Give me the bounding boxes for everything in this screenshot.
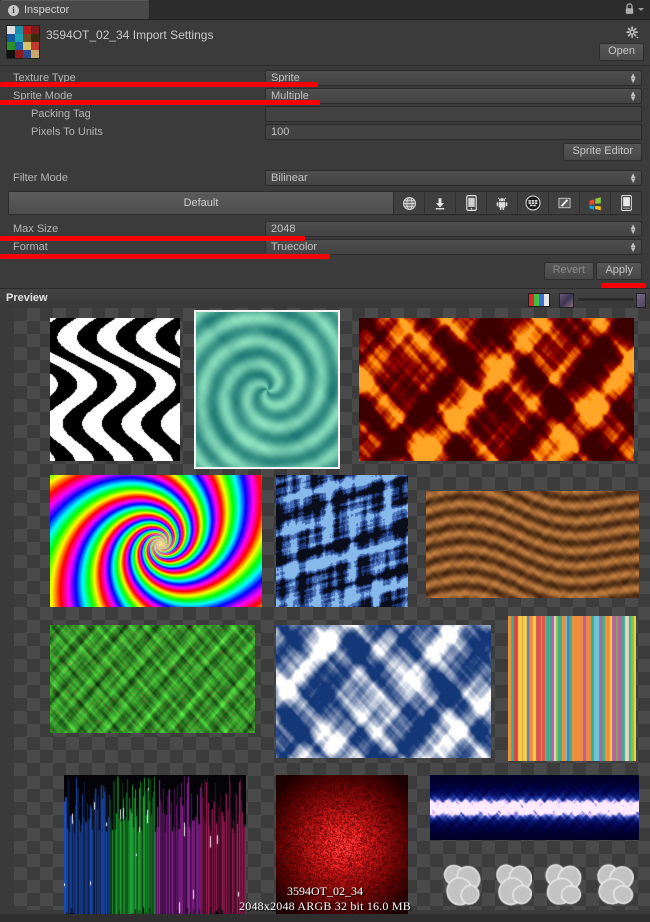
label-max-size: Max Size xyxy=(13,223,59,235)
platform-tizen[interactable] xyxy=(549,192,580,214)
row-actions: Revert Apply xyxy=(0,256,650,282)
pixels-to-units-input[interactable]: 100 xyxy=(265,124,642,140)
sprite-mode-dropdown[interactable]: Multiple ▲ ▼ xyxy=(265,88,642,104)
stepper-arrows-icon: ▲ ▼ xyxy=(629,71,637,85)
packing-tag-input[interactable] xyxy=(265,106,642,122)
platform-ios[interactable] xyxy=(456,192,487,214)
apply-button[interactable]: Apply xyxy=(596,262,642,280)
lock-icon[interactable] xyxy=(624,3,635,15)
iphone-icon xyxy=(465,195,477,211)
annotation-line-sprite-mode xyxy=(0,100,320,105)
platform-tab-default[interactable]: Default xyxy=(9,192,394,214)
zoom-slider[interactable] xyxy=(578,298,634,301)
row-filter-mode: Filter Mode Bilinear ▲ ▼ xyxy=(0,169,650,187)
chevron-down-icon[interactable] xyxy=(638,7,644,11)
sprite-rgb-streaks[interactable] xyxy=(64,775,246,922)
annotation-line-texture-type xyxy=(0,82,318,87)
filter-mode-dropdown[interactable]: Bilinear ▲ ▼ xyxy=(265,170,642,186)
sprite-blue-camo[interactable] xyxy=(276,475,408,607)
label-pixels-to-units: Pixels To Units xyxy=(31,126,103,138)
sprite-editor-button[interactable]: Sprite Editor xyxy=(563,143,642,161)
annotation-line-max-size xyxy=(0,236,305,241)
sprite-green-grass[interactable] xyxy=(50,625,255,733)
format-value: Truecolor xyxy=(271,241,318,253)
transparency-checkerboard xyxy=(14,308,650,922)
stepper-arrows-icon: ▲ ▼ xyxy=(629,240,637,254)
preview-canvas[interactable]: 3594OT_02_34 2048x2048 ARGB 32 bit 16.0 … xyxy=(0,308,650,922)
format-dropdown[interactable]: Truecolor ▲ ▼ xyxy=(265,239,642,255)
blackberry-icon xyxy=(525,195,541,211)
sprite-smoke-puff-4[interactable] xyxy=(594,861,634,909)
inspector-window: i Inspector 3594OT_02_34 Import Settings xyxy=(0,0,650,922)
windows-icon xyxy=(589,196,601,210)
sprite-red-lava[interactable] xyxy=(359,318,634,461)
stepper-arrows-icon: ▲ ▼ xyxy=(629,89,637,103)
sprite-smoke-puff-2[interactable] xyxy=(492,861,532,909)
sprite-wood-grain[interactable] xyxy=(426,491,639,598)
platform-default-globe[interactable] xyxy=(394,192,425,214)
sprite-blue-clouds[interactable] xyxy=(276,625,491,758)
globe-icon xyxy=(402,196,416,210)
annotation-line-apply xyxy=(601,283,646,288)
texture-atlas-thumbnail xyxy=(6,25,40,59)
gear-icon[interactable] xyxy=(626,26,640,43)
platform-android[interactable] xyxy=(487,192,518,214)
max-size-value: 2048 xyxy=(271,223,296,235)
preview-title: Preview xyxy=(6,292,48,304)
sprite-teal-swirl[interactable] xyxy=(194,310,340,469)
label-filter-mode: Filter Mode xyxy=(13,172,69,184)
texture-type-dropdown[interactable]: Sprite ▲ ▼ xyxy=(265,70,642,86)
filter-mode-value: Bilinear xyxy=(271,172,308,184)
stepper-arrows-icon: ▲ ▼ xyxy=(629,171,637,185)
sprite-rainbow-spiral[interactable] xyxy=(50,475,262,607)
windows-phone-icon xyxy=(620,195,632,211)
lock-controls[interactable] xyxy=(624,3,644,15)
open-button[interactable]: Open xyxy=(599,43,644,61)
page-title: 3594OT_02_34 Import Settings xyxy=(46,28,214,42)
sprite-energy-beam[interactable] xyxy=(430,775,639,840)
row-sprite-editor: Sprite Editor xyxy=(0,141,650,163)
label-packing-tag: Packing Tag xyxy=(31,108,91,120)
pixels-to-units-value: 100 xyxy=(271,126,290,138)
platform-web[interactable] xyxy=(425,192,456,214)
revert-button[interactable]: Revert xyxy=(543,262,594,280)
info-icon: i xyxy=(8,4,19,16)
zoom-thumbnail-icon[interactable] xyxy=(559,293,574,308)
zoom-slider-handle[interactable] xyxy=(636,293,646,308)
platform-windows-phone[interactable] xyxy=(611,192,641,214)
rgb-channel-icon[interactable] xyxy=(528,293,550,307)
sprite-smoke-puff-1[interactable] xyxy=(441,861,481,909)
sprite-red-noise[interactable] xyxy=(276,775,408,922)
sprite-color-stripes[interactable] xyxy=(508,616,636,761)
object-header: 3594OT_02_34 Import Settings Open xyxy=(0,20,650,66)
label-format: Format xyxy=(13,241,48,253)
stepper-arrows-icon: ▲ ▼ xyxy=(629,222,637,236)
platform-default-label: Default xyxy=(183,197,219,209)
row-packing-tag: Packing Tag xyxy=(0,105,650,123)
max-size-dropdown[interactable]: 2048 ▲ ▼ xyxy=(265,221,642,237)
download-icon xyxy=(435,197,445,209)
sprite-smoke-puff-3[interactable] xyxy=(543,861,583,909)
preview-header: Preview xyxy=(0,288,650,310)
sprite-zebra-stripes[interactable] xyxy=(50,318,180,461)
platform-tab-bar: Default xyxy=(8,191,642,215)
tizen-icon xyxy=(557,197,571,209)
annotation-line-format xyxy=(0,254,330,259)
android-icon xyxy=(496,197,508,210)
platform-windows-store[interactable] xyxy=(580,192,611,214)
row-pixels-to-units: Pixels To Units 100 xyxy=(0,123,650,141)
platform-blackberry[interactable] xyxy=(518,192,549,214)
tab-inspector[interactable]: i Inspector xyxy=(0,0,150,19)
tab-inspector-label: Inspector xyxy=(24,4,70,16)
tab-bar: i Inspector xyxy=(0,0,650,20)
bottom-scrollbar[interactable] xyxy=(0,914,650,922)
property-list: Texture Type Sprite ▲ ▼ Sprite Mode Multi… xyxy=(0,66,650,282)
